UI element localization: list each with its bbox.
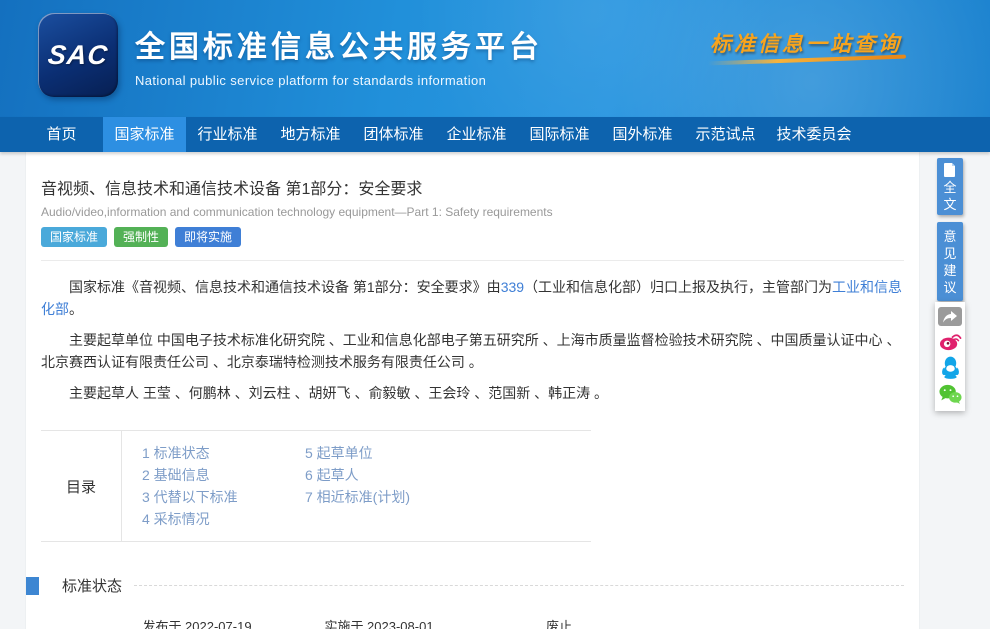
sac-logo[interactable]: SAC (38, 13, 118, 97)
toc-label: 目录 (41, 431, 122, 541)
timeline-label-implemented: 实施于 2023-08-01 (324, 616, 433, 629)
authority-text-2: （工业和信息化部）归口上报及执行，主管部门为 (524, 279, 832, 295)
nav-item-international-standards[interactable]: 国际标准 (518, 117, 601, 152)
wechat-icon (939, 384, 962, 404)
status-section-title: 标准状态 (62, 575, 122, 596)
site-titles: 全国标准信息公共服务平台 National public service pla… (135, 22, 543, 88)
tag-row: 国家标准 强制性 即将实施 (41, 227, 904, 247)
timeline-label-published: 发布于 2022-07-19 (142, 616, 251, 629)
site-title-cn: 全国标准信息公共服务平台 (135, 22, 543, 66)
table-of-contents: 目录 1 标准状态 2 基础信息 3 代替以下标准 4 采标情况 5 起草单位 … (41, 430, 591, 542)
fulltext-label: 全文 (943, 179, 957, 213)
section-marker (26, 577, 39, 595)
toc-item-drafting-units[interactable]: 5 起草单位 (305, 442, 468, 464)
toc-item-basic-info[interactable]: 2 基础信息 (142, 464, 305, 486)
weibo-share-button[interactable] (939, 331, 962, 351)
committee-code-link[interactable]: 339 (501, 279, 524, 295)
nav-item-foreign-standards[interactable]: 国外标准 (601, 117, 684, 152)
dashed-rule (134, 585, 904, 586)
share-panel (935, 302, 965, 411)
nav-list: 首页 国家标准 行业标准 地方标准 团体标准 企业标准 国际标准 国外标准 示范… (0, 117, 990, 152)
status-section-header: 标准状态 (26, 575, 904, 596)
toc-item-standard-status[interactable]: 1 标准状态 (142, 442, 305, 464)
divider (41, 260, 904, 261)
share-button[interactable] (938, 307, 962, 326)
nav-item-demo-pilot[interactable]: 示范试点 (684, 117, 767, 152)
nav-item-national-standards[interactable]: 国家标准 (103, 117, 186, 152)
status-timeline: 发布于 2022-07-19 实施于 2023-08-01 废止 (41, 612, 904, 629)
authority-text-1: 国家标准《音视频、信息技术和通信技术设备 第1部分：安全要求》由 (69, 279, 501, 295)
nav-item-enterprise-standards[interactable]: 企业标准 (435, 117, 518, 152)
nav-item-local-standards[interactable]: 地方标准 (269, 117, 352, 152)
qq-share-button[interactable] (941, 356, 960, 379)
qq-icon (941, 356, 960, 379)
toc-item-drafters[interactable]: 6 起草人 (305, 464, 468, 486)
sac-logo-text: SAC (46, 40, 109, 71)
standard-detail-card: 音视频、信息技术和通信技术设备 第1部分：安全要求 Audio/video,in… (25, 152, 920, 629)
content-background: 音视频、信息技术和通信技术设备 第1部分：安全要求 Audio/video,in… (0, 152, 990, 629)
main-nav: 首页 国家标准 行业标准 地方标准 团体标准 企业标准 国际标准 国外标准 示范… (0, 117, 990, 152)
slogan-text: 标准信息一站查询 (710, 28, 902, 58)
wechat-share-button[interactable] (939, 384, 962, 404)
toc-column-2: 5 起草单位 6 起草人 7 相近标准(计划) (305, 442, 468, 530)
toc-item-adoption-status[interactable]: 4 采标情况 (142, 508, 305, 530)
feedback-label: 意见建议 (943, 228, 957, 296)
toc-item-similar-standards[interactable]: 7 相近标准(计划) (305, 486, 468, 508)
timeline-label-abolished: 废止 (546, 616, 572, 629)
nav-item-home[interactable]: 首页 (20, 117, 103, 152)
authority-text-3: 。 (69, 301, 83, 317)
site-header: SAC 全国标准信息公共服务平台 National public service… (0, 0, 990, 117)
feedback-button[interactable]: 意见建议 (937, 222, 963, 301)
document-icon (944, 163, 956, 177)
toc-column-1: 1 标准状态 2 基础信息 3 代替以下标准 4 采标情况 (142, 442, 305, 530)
nav-item-group-standards[interactable]: 团体标准 (352, 117, 435, 152)
standard-title-en: Audio/video,information and communicatio… (41, 205, 904, 219)
site-title-en: National public service platform for sta… (135, 73, 543, 88)
paragraph-drafters: 主要起草人 王莹 、何鹏林 、刘云柱 、胡妍飞 、俞毅敏 、王会玲 、范国新 、… (41, 382, 904, 404)
paragraph-drafting-units: 主要起草单位 中国电子技术标准化研究院 、工业和信息化部电子第五研究所 、上海市… (41, 329, 904, 373)
badge-upcoming: 即将实施 (175, 227, 241, 247)
standard-title-cn: 音视频、信息技术和通信技术设备 第1部分：安全要求 (41, 180, 904, 200)
nav-item-technical-committee[interactable]: 技术委员会 (767, 117, 861, 152)
toc-columns: 1 标准状态 2 基础信息 3 代替以下标准 4 采标情况 5 起草单位 6 起… (122, 431, 468, 541)
share-icon (943, 311, 957, 323)
fulltext-button[interactable]: 全文 (937, 158, 963, 215)
badge-mandatory: 强制性 (114, 227, 168, 247)
toc-item-replaced-standards[interactable]: 3 代替以下标准 (142, 486, 305, 508)
weibo-icon (939, 331, 962, 351)
badge-national-standard: 国家标准 (41, 227, 107, 247)
paragraph-authority: 国家标准《音视频、信息技术和通信技术设备 第1部分：安全要求》由339（工业和信… (41, 276, 904, 320)
nav-item-industry-standards[interactable]: 行业标准 (186, 117, 269, 152)
